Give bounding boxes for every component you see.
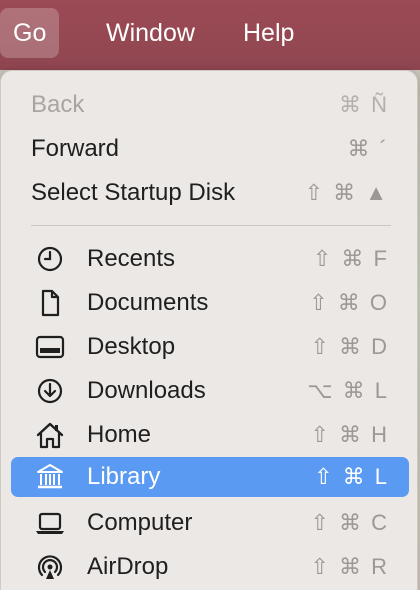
menu-item-label: Library — [87, 463, 161, 490]
menu-item-label: Documents — [87, 289, 209, 316]
library-icon — [35, 463, 65, 491]
menu-item-shortcut: ⇧ ⌘ R — [310, 554, 389, 579]
clock-icon — [35, 245, 65, 273]
menu-item-label: Recents — [87, 245, 176, 272]
download-icon — [35, 377, 65, 405]
laptop-icon — [35, 509, 65, 537]
menubar-go[interactable]: Go — [0, 8, 60, 58]
menu-item-label: Downloads — [87, 377, 206, 404]
menu-item-documents[interactable]: Documents ⇧ ⌘ O — [11, 283, 409, 323]
menu-separator — [31, 225, 391, 226]
menu-item-shortcut: ⇧ ⌘ D — [310, 334, 389, 359]
house-icon — [35, 421, 65, 449]
menu-item-library[interactable]: Library ⇧ ⌘ L — [11, 457, 409, 497]
menu-item-computer[interactable]: Computer ⇧ ⌘ C — [11, 503, 409, 543]
menu-item-recents[interactable]: Recents ⇧ ⌘ F — [11, 239, 409, 279]
menubar-window[interactable]: Window — [93, 8, 208, 58]
menu-item-back[interactable]: Back ⌘ Ñ — [11, 85, 409, 125]
menu-item-shortcut: ⌘ Ñ — [339, 92, 389, 117]
menu-item-label: Forward — [31, 135, 120, 162]
menu-item-shortcut: ⌥ ⌘ L — [307, 378, 389, 403]
menu-item-shortcut: ⇧ ⌘ ▲ — [304, 180, 389, 205]
menu-item-airdrop[interactable]: AirDrop ⇧ ⌘ R — [11, 547, 409, 587]
menu-item-shortcut: ⇧ ⌘ H — [310, 422, 389, 447]
menubar-help[interactable]: Help — [230, 8, 307, 58]
menu-bar: Go Window Help — [0, 0, 420, 70]
menu-item-shortcut: ⇧ ⌘ C — [310, 510, 389, 535]
menu-item-label: AirDrop — [87, 553, 169, 580]
menu-item-shortcut: ⇧ ⌘ L — [314, 464, 389, 489]
menu-item-home[interactable]: Home ⇧ ⌘ H — [11, 415, 409, 455]
menu-item-label: Back — [31, 91, 85, 118]
menu-item-label: Select Startup Disk — [31, 179, 236, 206]
menu-item-downloads[interactable]: Downloads ⌥ ⌘ L — [11, 371, 409, 411]
document-icon — [35, 289, 65, 317]
menu-item-select-startup-disk[interactable]: Select Startup Disk ⇧ ⌘ ▲ — [11, 173, 409, 213]
menu-item-forward[interactable]: Forward ⌘ ´ — [11, 129, 409, 169]
menu-item-label: Computer — [87, 509, 193, 536]
menu-item-shortcut: ⇧ ⌘ O — [309, 290, 389, 315]
airdrop-icon — [35, 553, 65, 581]
menu-item-label: Home — [87, 421, 152, 448]
menu-item-shortcut: ⌘ ´ — [347, 136, 389, 161]
go-menu: Back ⌘ Ñ Forward ⌘ ´ Select Startup Disk… — [0, 70, 418, 590]
menu-item-desktop[interactable]: Desktop ⇧ ⌘ D — [11, 327, 409, 367]
menu-item-label: Desktop — [87, 333, 176, 360]
desktop-icon — [35, 333, 65, 361]
menu-item-shortcut: ⇧ ⌘ F — [312, 246, 389, 271]
